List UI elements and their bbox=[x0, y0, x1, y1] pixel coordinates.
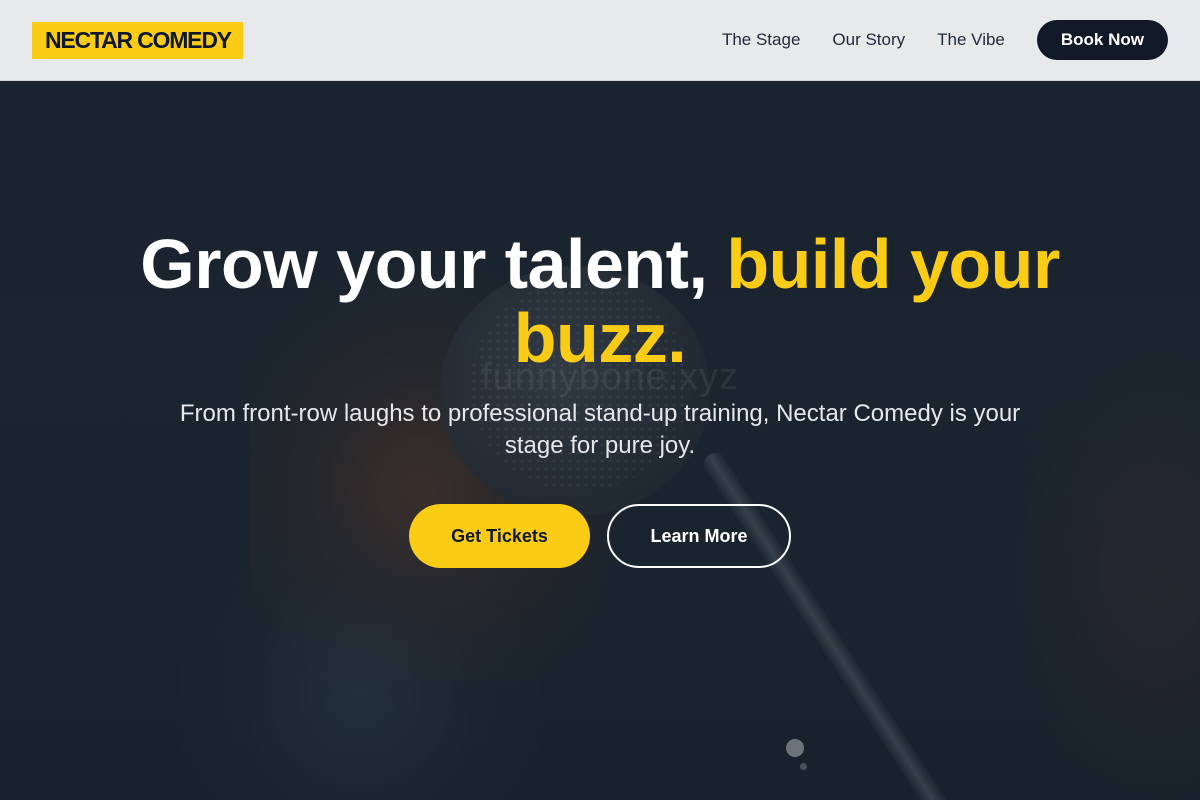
headline-white-part: Grow your talent, bbox=[140, 225, 708, 303]
nav-link-our-story[interactable]: Our Story bbox=[832, 30, 905, 50]
nav-link-the-stage[interactable]: The Stage bbox=[722, 30, 800, 50]
book-now-button[interactable]: Book Now bbox=[1036, 20, 1168, 60]
site-logo[interactable]: NECTAR COMEDY bbox=[32, 21, 243, 59]
get-tickets-button[interactable]: Get Tickets bbox=[409, 504, 590, 568]
hero-section: funnybone.xyz Grow your talent, build yo… bbox=[0, 81, 1200, 800]
hero-subtitle: From front-row laughs to professional st… bbox=[179, 400, 1021, 459]
main-nav: The Stage Our Story The Vibe Book Now bbox=[722, 20, 1168, 60]
hero-cta-row: Get Tickets Learn More bbox=[0, 504, 1200, 568]
site-header: NECTAR COMEDY The Stage Our Story The Vi… bbox=[0, 0, 1200, 81]
hero-headline: Grow your talent, build your buzz. bbox=[100, 227, 1100, 375]
nav-link-the-vibe[interactable]: The Vibe bbox=[937, 30, 1005, 50]
learn-more-button[interactable]: Learn More bbox=[607, 504, 791, 568]
